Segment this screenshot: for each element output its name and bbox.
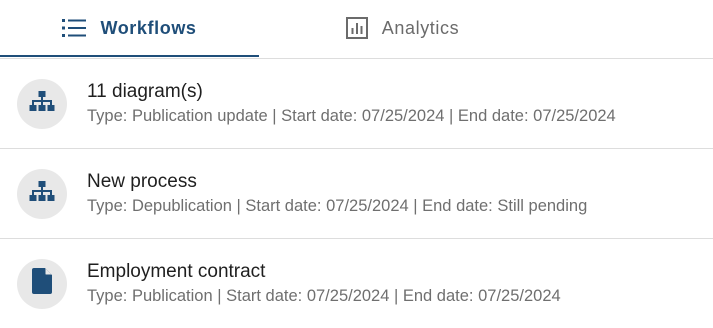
avatar [17, 258, 67, 309]
document-icon [32, 268, 52, 299]
tab-analytics-label: Analytics [381, 17, 460, 38]
active-tab-indicator [0, 55, 259, 57]
item-title: New process [87, 171, 197, 192]
list-item[interactable]: Employment contract Type: Publication | … [0, 239, 713, 328]
tab-bar: Workflows Analytics [0, 0, 713, 59]
list-item[interactable]: New process Type: Depublication | Start … [0, 149, 713, 239]
tab-analytics[interactable]: Analytics [259, 0, 546, 56]
bar-chart-icon [345, 17, 368, 39]
item-subtitle: Type: Publication | Start date: 07/25/20… [87, 287, 561, 305]
tab-workflows[interactable]: Workflows [0, 0, 259, 56]
item-title: 11 diagram(s) [87, 81, 203, 102]
item-subtitle: Type: Publication update | Start date: 0… [87, 107, 616, 125]
avatar [17, 168, 67, 219]
avatar [17, 78, 67, 129]
item-subtitle: Type: Depublication | Start date: 07/25/… [87, 197, 588, 215]
item-title: Employment contract [87, 261, 266, 282]
list-icon [62, 18, 87, 38]
workflow-list: 11 diagram(s) Type: Publication update |… [0, 59, 713, 328]
sitemap-icon [29, 180, 55, 207]
sitemap-icon [29, 90, 55, 117]
list-item[interactable]: 11 diagram(s) Type: Publication update |… [0, 59, 713, 149]
tab-workflows-label: Workflows [100, 17, 197, 38]
